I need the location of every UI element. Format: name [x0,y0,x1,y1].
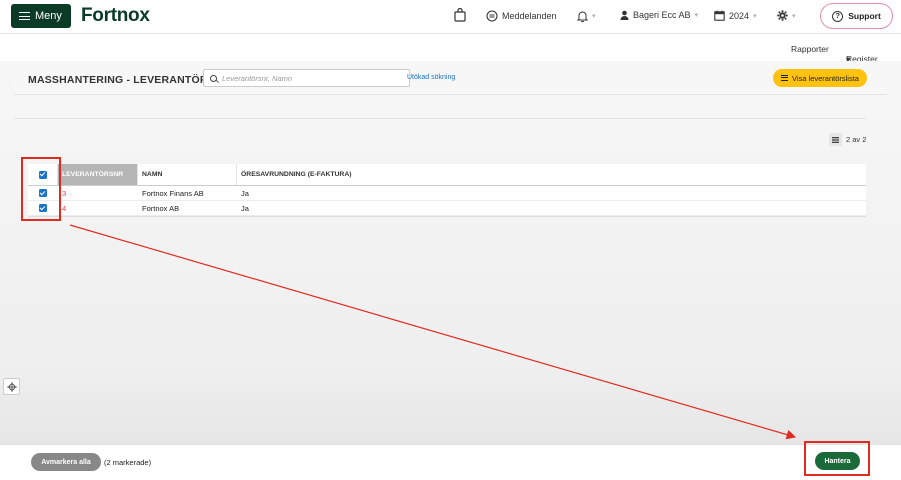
question-icon: ? [832,10,844,22]
company-name: Bageri Ecc AB [633,10,691,20]
shopping-bag-icon [454,8,466,22]
list-icon [781,75,788,81]
page-title: MASSHANTERING - LEVERANTÖRER [28,74,223,86]
top-navigation-bar: Meny Fortnox Meddelanden ▾ Bageri Ecc AB… [0,0,901,34]
table-row[interactable]: 3 Fortnox Finans AB Ja [28,186,866,201]
list-view-icon[interactable] [829,133,842,146]
support-button[interactable]: ? Support [820,3,893,29]
chevron-down-icon: ▾ [753,12,757,20]
rounding-cell: Ja [241,203,249,213]
supplier-nr-cell: 3 [62,188,67,198]
unmark-all-button[interactable]: Avmarkera alla [31,453,101,471]
table-header: LEVERANTÖRSNR NAMN ÖRESAVRUNDNING (E-FAK… [28,164,866,186]
supplier-nr-cell: 4 [62,203,67,213]
message-icon [486,10,498,22]
search-box[interactable] [203,69,410,87]
advanced-search-link[interactable]: Utökad sökning [407,74,455,81]
chevron-down-icon: ▾ [792,12,796,20]
search-icon [210,74,217,82]
show-supplier-list-label: Visa leverantörslista [792,73,859,83]
menu-button[interactable]: Meny [11,4,71,28]
column-header-name[interactable]: NAMN [138,164,237,185]
page-header: MASSHANTERING - LEVERANTÖRER Utökad sökn… [14,61,887,95]
menu-label: Meny [35,10,62,22]
settings-button[interactable]: ▾ [777,10,796,21]
messages-label: Meddelanden [502,11,557,21]
table-row[interactable]: 4 Fortnox AB Ja [28,201,866,216]
search-input[interactable] [222,73,402,83]
pager-text: 2 av 2 [846,135,867,144]
pager: 2 av 2 [829,133,866,146]
bottom-action-bar: Avmarkera alla (2 markerade) Hantera [0,444,901,480]
supplier-name-cell: Fortnox Finans AB [142,188,204,198]
year-selector[interactable]: 2024 ▾ [714,10,757,21]
divider [14,118,866,119]
supplier-table: LEVERANTÖRSNR NAMN ÖRESAVRUNDNING (E-FAK… [28,164,866,217]
shopping-bag-button[interactable] [454,8,466,22]
column-header-supplier-nr[interactable]: LEVERANTÖRSNR [58,164,138,185]
bell-icon [577,11,588,22]
year-label: 2024 [729,10,750,21]
rounding-cell: Ja [241,188,249,198]
gear-icon [777,10,788,21]
page-settings-button[interactable] [3,378,20,395]
sub-navigation: Rapporter Register ▾ [0,34,901,64]
messages-button[interactable]: Meddelanden [486,10,557,22]
annotation-highlight-handle-button [804,441,870,476]
column-header-rounding[interactable]: ÖRESAVRUNDNING (E-FAKTURA) [237,164,866,185]
calendar-icon [714,10,725,21]
notifications-button[interactable]: ▾ [577,10,596,22]
fortnox-logo[interactable]: Fortnox [81,5,150,27]
show-supplier-list-button[interactable]: Visa leverantörslista [773,69,867,87]
reports-menu[interactable]: Rapporter [791,44,829,54]
company-selector[interactable]: Bageri Ecc AB ▾ [620,10,698,20]
chevron-down-icon: ▾ [592,13,596,20]
hamburger-icon [19,12,30,20]
support-label: Support [848,11,881,21]
gear-icon [6,381,17,392]
chevron-down-icon: ▾ [694,12,699,19]
annotation-highlight-checkboxes [21,157,61,221]
supplier-name-cell: Fortnox AB [142,203,180,213]
user-icon [620,10,629,20]
marked-count: (2 markerade) [104,458,152,467]
